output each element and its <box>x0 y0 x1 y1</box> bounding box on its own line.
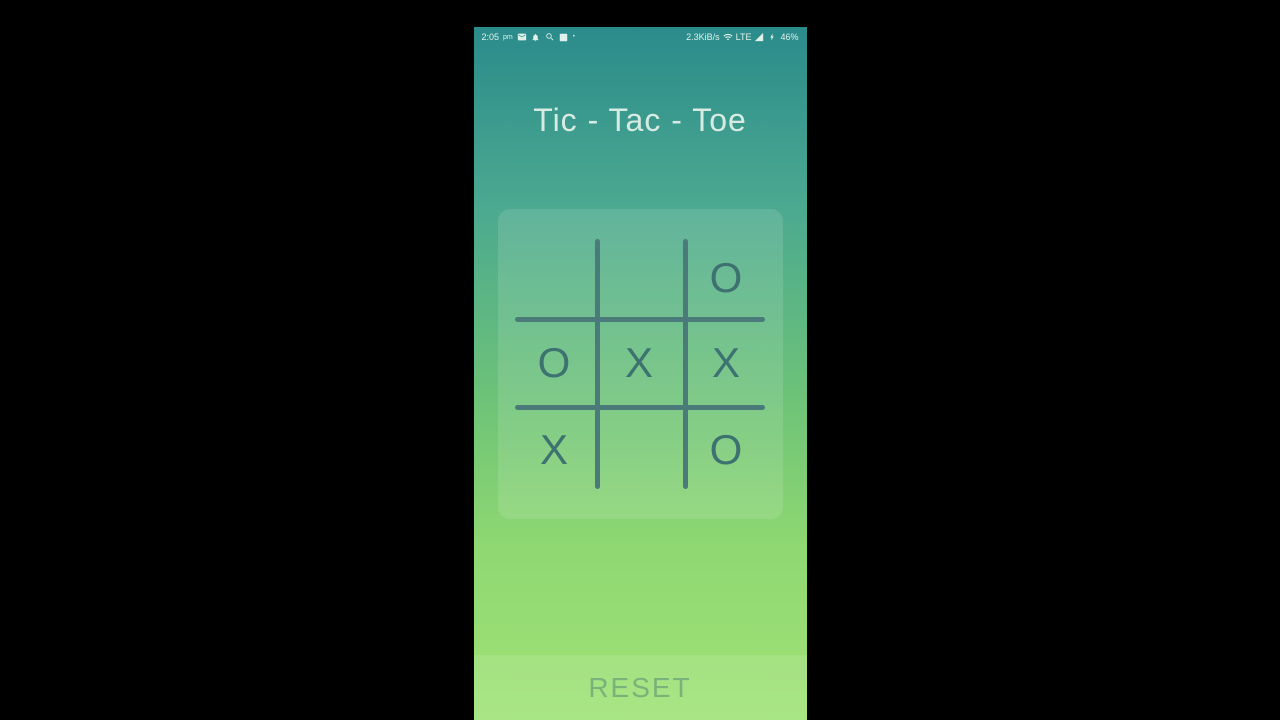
reset-button[interactable]: RESET <box>474 655 807 720</box>
network-label: LTE <box>736 32 752 42</box>
status-bar-right: 2.3KiB/s LTE 46% <box>686 32 798 42</box>
board-cell-3[interactable]: O <box>515 324 593 402</box>
board-cell-0[interactable] <box>515 239 593 317</box>
board-cell-7[interactable] <box>600 411 678 489</box>
status-time: 2:05 <box>482 32 500 42</box>
linkedin-icon <box>559 32 569 42</box>
grid-line-horizontal-2 <box>515 405 765 410</box>
board-cell-6[interactable]: X <box>515 411 593 489</box>
dot-icon: • <box>573 34 575 40</box>
board-cell-4[interactable]: X <box>600 324 678 402</box>
game-board: O O X X X O <box>515 239 765 489</box>
charging-icon <box>767 32 777 42</box>
status-bar-left: 2:05 pm • <box>482 32 575 42</box>
wifi-icon <box>723 32 733 42</box>
phone-screen: 2:05 pm • 2.3KiB/s LTE <box>474 27 807 720</box>
battery-level: 46% <box>780 32 798 42</box>
board-cell-5[interactable]: X <box>687 324 765 402</box>
data-rate: 2.3KiB/s <box>686 32 720 42</box>
board-container: O O X X X O <box>498 209 783 519</box>
status-time-period: pm <box>503 34 513 41</box>
game-title: Tic - Tac - Toe <box>474 102 807 139</box>
board-cell-2[interactable]: O <box>687 239 765 317</box>
board-cell-8[interactable]: O <box>687 411 765 489</box>
signal-icon <box>754 32 764 42</box>
mail-icon <box>517 32 527 42</box>
notification-icon <box>531 32 541 42</box>
search-icon <box>545 32 555 42</box>
board-cell-1[interactable] <box>600 239 678 317</box>
status-bar: 2:05 pm • 2.3KiB/s LTE <box>474 27 807 47</box>
grid-line-horizontal-1 <box>515 317 765 322</box>
